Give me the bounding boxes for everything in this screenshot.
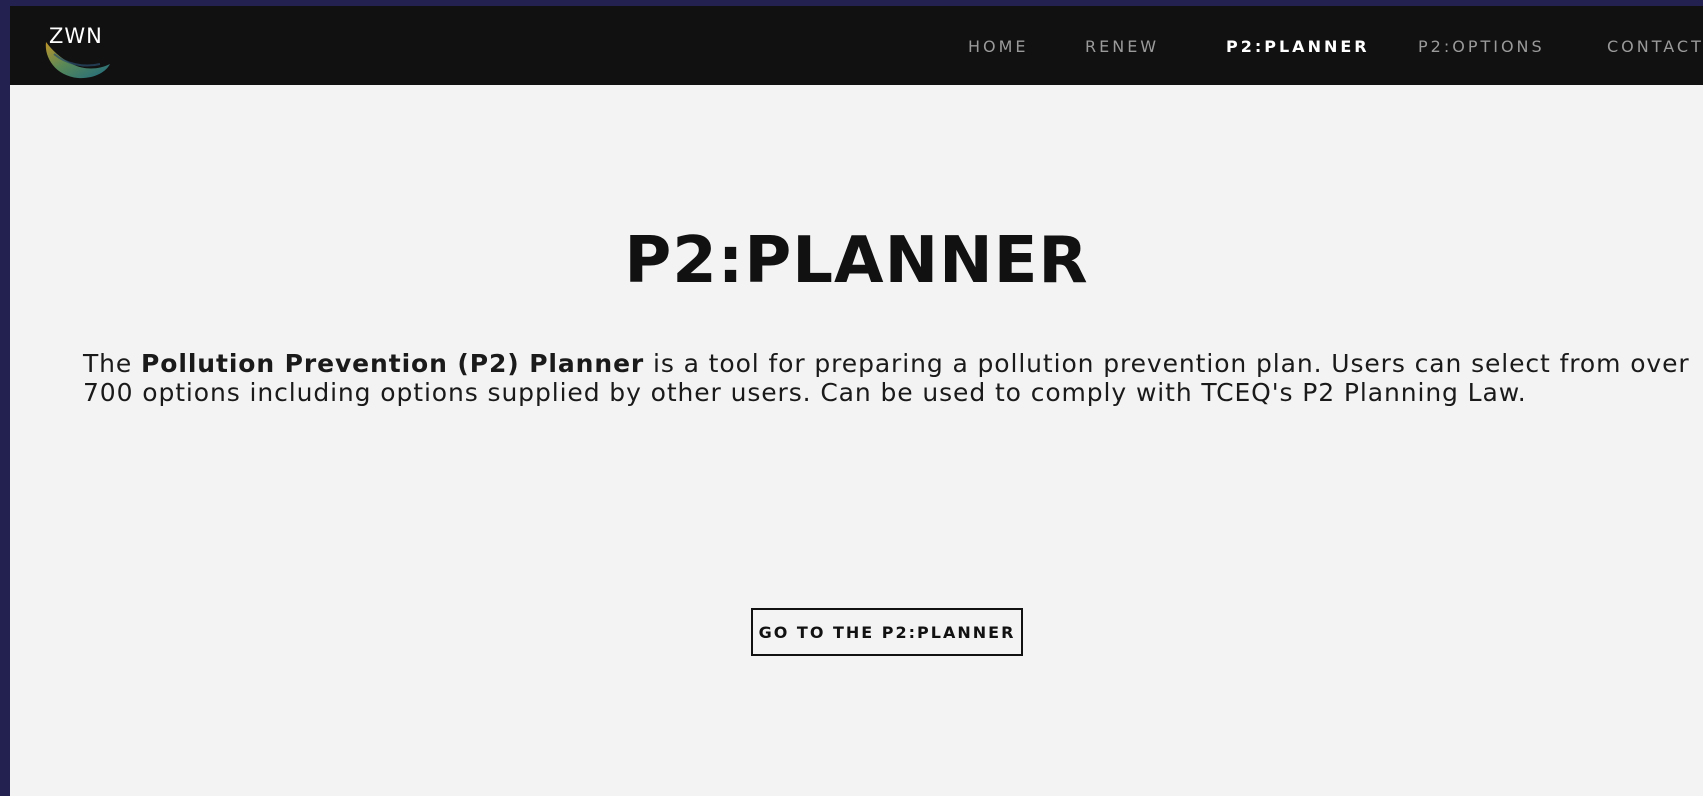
nav-p2-options[interactable]: P2:OPTIONS bbox=[1418, 39, 1545, 55]
page-title: P2:PLANNER bbox=[624, 224, 1089, 298]
intro-tool-name: Pollution Prevention (P2) Planner bbox=[141, 349, 645, 378]
nav-home[interactable]: HOME bbox=[968, 39, 1029, 55]
nav-contact[interactable]: CONTACT bbox=[1607, 39, 1703, 55]
logo-text: ZWN bbox=[49, 24, 103, 48]
nav-renew[interactable]: RENEW bbox=[1085, 39, 1159, 55]
top-navbar: ZWN HOME RENEW P2:PLANNER P2:OPTIONS CON… bbox=[10, 6, 1703, 85]
zwn-logo[interactable]: ZWN bbox=[40, 20, 114, 82]
go-to-planner-button[interactable]: GO TO THE P2:PLANNER bbox=[751, 608, 1023, 656]
browser-viewport: ZWN HOME RENEW P2:PLANNER P2:OPTIONS CON… bbox=[10, 6, 1703, 796]
intro-prefix: The bbox=[83, 349, 142, 378]
intro-paragraph: The Pollution Prevention (P2) Planner is… bbox=[83, 349, 1703, 407]
nav-p2-planner[interactable]: P2:PLANNER bbox=[1226, 39, 1370, 55]
